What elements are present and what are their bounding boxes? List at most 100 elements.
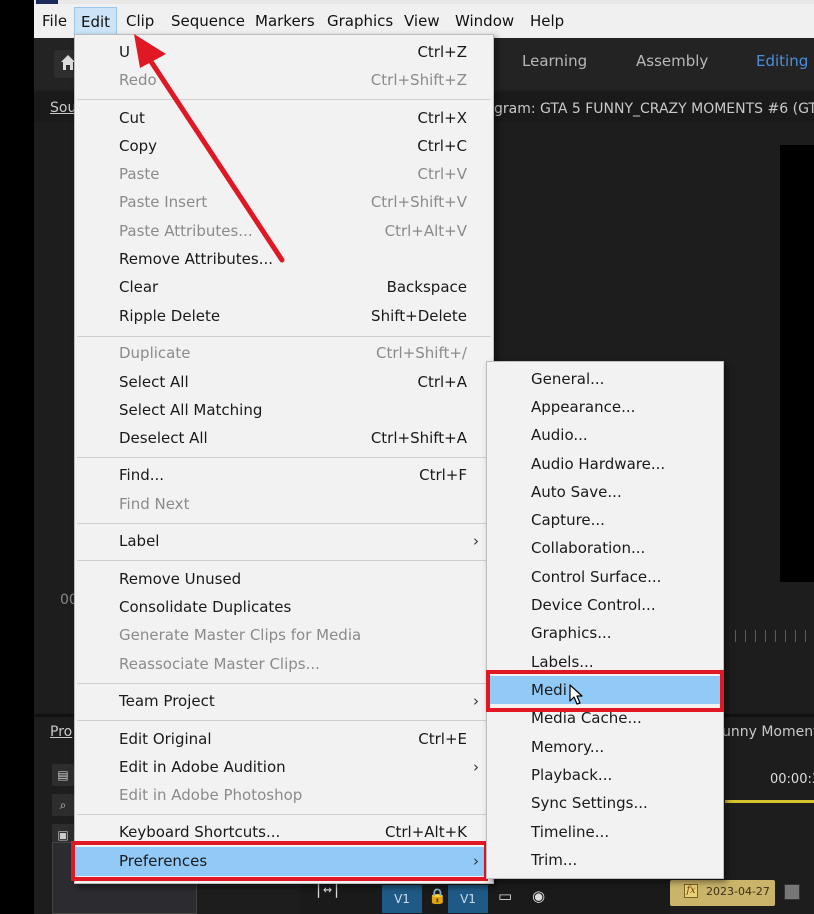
menu-clip[interactable]: Clip — [120, 7, 160, 35]
project-panel-tab[interactable]: Pro — [50, 724, 72, 740]
menu-item-label: Remove Unused — [119, 570, 242, 588]
edit-menu-edit-in-audition[interactable]: Edit in Adobe Audition › — [75, 753, 493, 781]
menu-item-label: Ripple Delete — [119, 307, 221, 325]
menu-item-label: Sync Settings... — [531, 794, 648, 812]
list-view-icon[interactable]: ▤ — [52, 764, 74, 786]
pref-collaboration[interactable]: Collaboration... — [487, 534, 723, 562]
edit-menu-select-all-matching[interactable]: Select All Matching — [75, 396, 493, 424]
fx-badge-icon: fx — [684, 884, 698, 898]
pref-control-surface[interactable]: Control Surface... — [487, 563, 723, 591]
pref-device-control[interactable]: Device Control... — [487, 591, 723, 619]
workspace-tab-learning[interactable]: Learning — [522, 52, 587, 70]
chevron-right-icon: › — [473, 758, 479, 776]
menu-item-shortcut: Ctrl+A — [417, 373, 467, 391]
menu-item-label: General... — [531, 370, 605, 388]
menu-graphics[interactable]: Graphics — [321, 7, 399, 35]
eye-icon[interactable]: ◉ — [532, 887, 545, 905]
program-monitor-title[interactable]: gram: GTA 5 FUNNY_CRAZY MOMENTS #6 (GTA … — [494, 101, 814, 117]
pref-audio-hardware[interactable]: Audio Hardware... — [487, 450, 723, 478]
edit-menu-paste[interactable]: Paste Ctrl+V — [75, 160, 493, 188]
menu-separator — [77, 336, 491, 337]
edit-menu-remove-unused[interactable]: Remove Unused — [75, 565, 493, 593]
menu-edit[interactable]: Edit — [74, 7, 118, 35]
menu-item-label: Edit in Adobe Photoshop — [119, 786, 303, 804]
menu-markers[interactable]: Markers — [249, 7, 321, 35]
menu-item-label: Reassociate Master Clips... — [119, 655, 320, 673]
menu-help[interactable]: Help — [524, 7, 570, 35]
workspace-tab-assembly[interactable]: Assembly — [636, 52, 708, 70]
pref-audio[interactable]: Audio... — [487, 421, 723, 449]
annotation-highlight-preferences — [71, 841, 488, 881]
chevron-right-icon: › — [473, 692, 479, 710]
edit-menu-copy[interactable]: Copy Ctrl+C — [75, 132, 493, 160]
menu-item-label: Find... — [119, 466, 165, 484]
edit-menu-paste-attributes[interactable]: Paste Attributes... Ctrl+Alt+V — [75, 217, 493, 245]
pref-memory[interactable]: Memory... — [487, 733, 723, 761]
edit-menu-deselect-all[interactable]: Deselect All Ctrl+Shift+A — [75, 424, 493, 452]
pref-playback[interactable]: Playback... — [487, 761, 723, 789]
menu-window[interactable]: Window — [449, 7, 520, 35]
work-area-bar[interactable] — [725, 800, 814, 803]
edit-menu-paste-insert[interactable]: Paste Insert Ctrl+Shift+V — [75, 188, 493, 216]
menu-file[interactable]: File — [36, 7, 73, 35]
program-monitor-view — [780, 145, 814, 582]
edit-menu-cut[interactable]: Cut Ctrl+X — [75, 104, 493, 132]
menu-separator — [77, 814, 491, 815]
menu-separator — [77, 683, 491, 684]
edit-menu-ripple-delete[interactable]: Ripple Delete Shift+Delete — [75, 302, 493, 330]
edit-menu-label[interactable]: Label › — [75, 527, 493, 555]
target-track-v1[interactable]: V1 — [448, 885, 488, 913]
pref-capture[interactable]: Capture... — [487, 506, 723, 534]
edit-menu-clear[interactable]: Clear Backspace — [75, 273, 493, 301]
edit-menu-redo[interactable]: Redo Ctrl+Shift+Z — [75, 66, 493, 94]
menu-item-label: Paste Attributes... — [119, 222, 253, 240]
menu-item-label: Appearance... — [531, 398, 636, 416]
edit-menu-undo[interactable]: U Ctrl+Z — [75, 38, 493, 66]
menu-item-label: Generate Master Clips for Media — [119, 626, 362, 644]
menu-item-shortcut: Ctrl+Shift+A — [370, 429, 467, 447]
menu-item-shortcut: Ctrl+Alt+V — [384, 222, 467, 240]
menu-item-label: Clear — [119, 278, 159, 296]
menu-item-label: Label — [119, 532, 160, 550]
menu-item-label: Paste Insert — [119, 193, 208, 211]
lock-icon[interactable]: 🔒 — [428, 887, 447, 905]
clip-name: 2023-04-27 — [706, 885, 770, 898]
edit-menu-find-next[interactable]: Find Next — [75, 490, 493, 518]
edit-menu-reassociate-master-clips[interactable]: Reassociate Master Clips... — [75, 650, 493, 678]
menu-sequence[interactable]: Sequence — [165, 7, 251, 35]
edit-menu-team-project[interactable]: Team Project › — [75, 687, 493, 715]
source-panel-tab[interactable]: Sou — [50, 100, 76, 116]
menu-item-label: Paste — [119, 165, 160, 183]
pref-graphics[interactable]: Graphics... — [487, 619, 723, 647]
edit-menu-edit-original[interactable]: Edit Original Ctrl+E — [75, 725, 493, 753]
chevron-right-icon: › — [473, 532, 479, 550]
menu-item-shortcut: Shift+Delete — [371, 307, 467, 325]
sequence-tab-title[interactable]: unny Moment — [722, 724, 814, 740]
edit-menu-remove-attributes[interactable]: Remove Attributes... — [75, 245, 493, 273]
menu-item-label: Consolidate Duplicates — [119, 598, 292, 616]
pref-trim[interactable]: Trim... — [487, 846, 723, 874]
menu-separator — [77, 99, 491, 100]
edit-menu-duplicate[interactable]: Duplicate Ctrl+Shift+/ — [75, 339, 493, 367]
edit-menu-edit-in-photoshop[interactable]: Edit in Adobe Photoshop — [75, 781, 493, 809]
workspace-tab-editing[interactable]: Editing — [756, 52, 808, 70]
menu-item-label: U — [119, 43, 130, 61]
edit-menu-find[interactable]: Find... Ctrl+F — [75, 461, 493, 489]
camera-icon[interactable]: ▭ — [498, 887, 512, 905]
edit-menu-select-all[interactable]: Select All Ctrl+A — [75, 368, 493, 396]
pref-auto-save[interactable]: Auto Save... — [487, 478, 723, 506]
menu-view[interactable]: View — [398, 7, 446, 35]
pref-timeline[interactable]: Timeline... — [487, 818, 723, 846]
timeline-clip[interactable]: fx 2023-04-27 — [670, 880, 775, 906]
timeline-timecode[interactable]: 00:00:3 — [770, 772, 814, 787]
menu-item-label: Playback... — [531, 766, 613, 784]
menu-item-shortcut: Ctrl+E — [418, 730, 467, 748]
edit-menu-consolidate-duplicates[interactable]: Consolidate Duplicates — [75, 593, 493, 621]
search-icon[interactable]: ⌕ — [52, 794, 74, 816]
menu-item-shortcut: Ctrl+Shift+/ — [376, 344, 467, 362]
pref-appearance[interactable]: Appearance... — [487, 393, 723, 421]
source-track-v1[interactable]: V1 — [382, 885, 422, 913]
pref-general[interactable]: General... — [487, 365, 723, 393]
edit-menu-generate-master-clips[interactable]: Generate Master Clips for Media — [75, 621, 493, 649]
pref-sync-settings[interactable]: Sync Settings... — [487, 789, 723, 817]
